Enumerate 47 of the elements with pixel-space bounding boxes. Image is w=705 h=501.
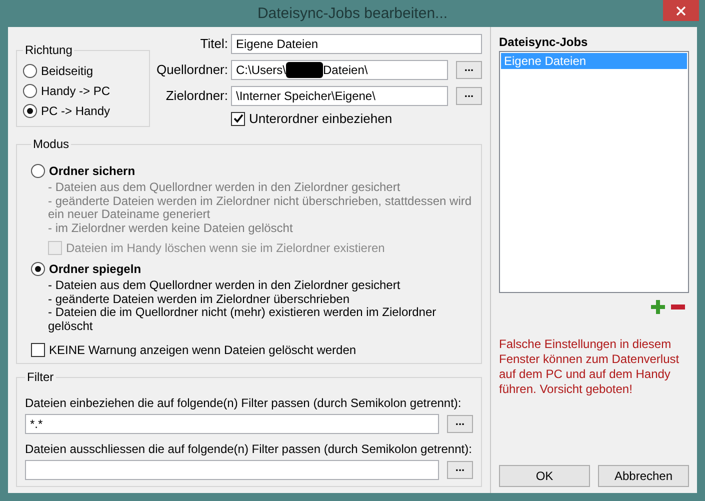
description-line: - Dateien aus dem Quellordner werden in den Zielordner gesichert [48,181,402,194]
field-label: Titel: [199,36,229,51]
dialog-button[interactable]: Abbrechen [598,465,689,487]
add-icon[interactable] [650,299,666,315]
radio-option[interactable]: Ordner sichern [31,161,473,181]
input-field[interactable]: Eigene Dateien [231,34,482,54]
radio-option[interactable]: Ordner spiegeln [31,259,473,279]
filter-label: Dateien einbeziehen die auf folgende(n) Filter passen (durch Semikolon getrennt): [25,396,462,410]
radio-option[interactable]: Beidseitig [23,61,141,81]
redaction-block [286,62,324,78]
description-line: - geänderte Dateien werden im Zielordner überschrieben [48,292,350,306]
browse-button[interactable]: ... [456,86,482,104]
radio-button[interactable] [23,84,37,98]
radio-button[interactable] [23,104,37,118]
warning-text: Falsche Einstellungen in diesem Fenster können zum Datenverlust auf dem PC und auf dem Handy führen. Vorsicht geboten! [499,337,680,397]
checkbox[interactable] [231,112,245,126]
radio-button[interactable] [31,262,45,276]
description-line: - geänderte Dateien werden im Zielordner nicht überschrieben, stattdessen wird ein neuer Dateiname generiert [48,194,473,222]
browse-button[interactable]: ... [447,461,473,479]
input-field[interactable]: C:\Users\ Dateien\ [231,60,448,80]
radio-button[interactable] [23,64,37,78]
description-line: - Dateien die im Quellordner nicht (mehr) existieren werden im Zielordner gelöscht [48,306,438,333]
list-label: Dateisync-Jobs [499,35,589,49]
close-icon [676,6,686,16]
dialog-button[interactable]: OK [499,465,590,487]
window-title: Dateisync-Jobs bearbeiten... [257,5,448,22]
browse-button[interactable]: ... [456,60,482,78]
description-line: - im Zielordner werden keine Dateien gelöscht [48,222,294,235]
radio-option[interactable]: PC -> Handy [23,101,141,121]
field-label: Quellordner: [156,62,229,77]
field-label: Zielordner: [164,88,229,103]
radio-button[interactable] [31,164,45,178]
group-label: Richtung [24,43,74,57]
description-line: - Dateien aus dem Quellordner werden in den Zielordner gesichert [48,279,402,292]
group-label: Modus [32,137,70,151]
checkbox[interactable] [31,343,45,357]
checkbox-option[interactable]: KEINE Warnung anzeigen wenn Dateien gelöscht werden [31,343,473,357]
close-button[interactable] [663,0,699,21]
remove-icon[interactable] [671,304,685,310]
input-field[interactable] [25,460,439,480]
radio-option[interactable]: Handy -> PC [23,81,141,101]
checkbox-option[interactable]: Unterordner einbeziehen [231,111,482,126]
group-label: Filter [26,370,55,384]
input-field[interactable]: *.* [25,414,439,434]
input-field[interactable]: \Interner Speicher\Eigene\ [231,86,448,106]
browse-button[interactable]: ... [447,415,473,433]
filter-label: Dateien ausschliessen die auf folgende(n) Filter passen (durch Semikolon getrennt): [25,442,473,456]
